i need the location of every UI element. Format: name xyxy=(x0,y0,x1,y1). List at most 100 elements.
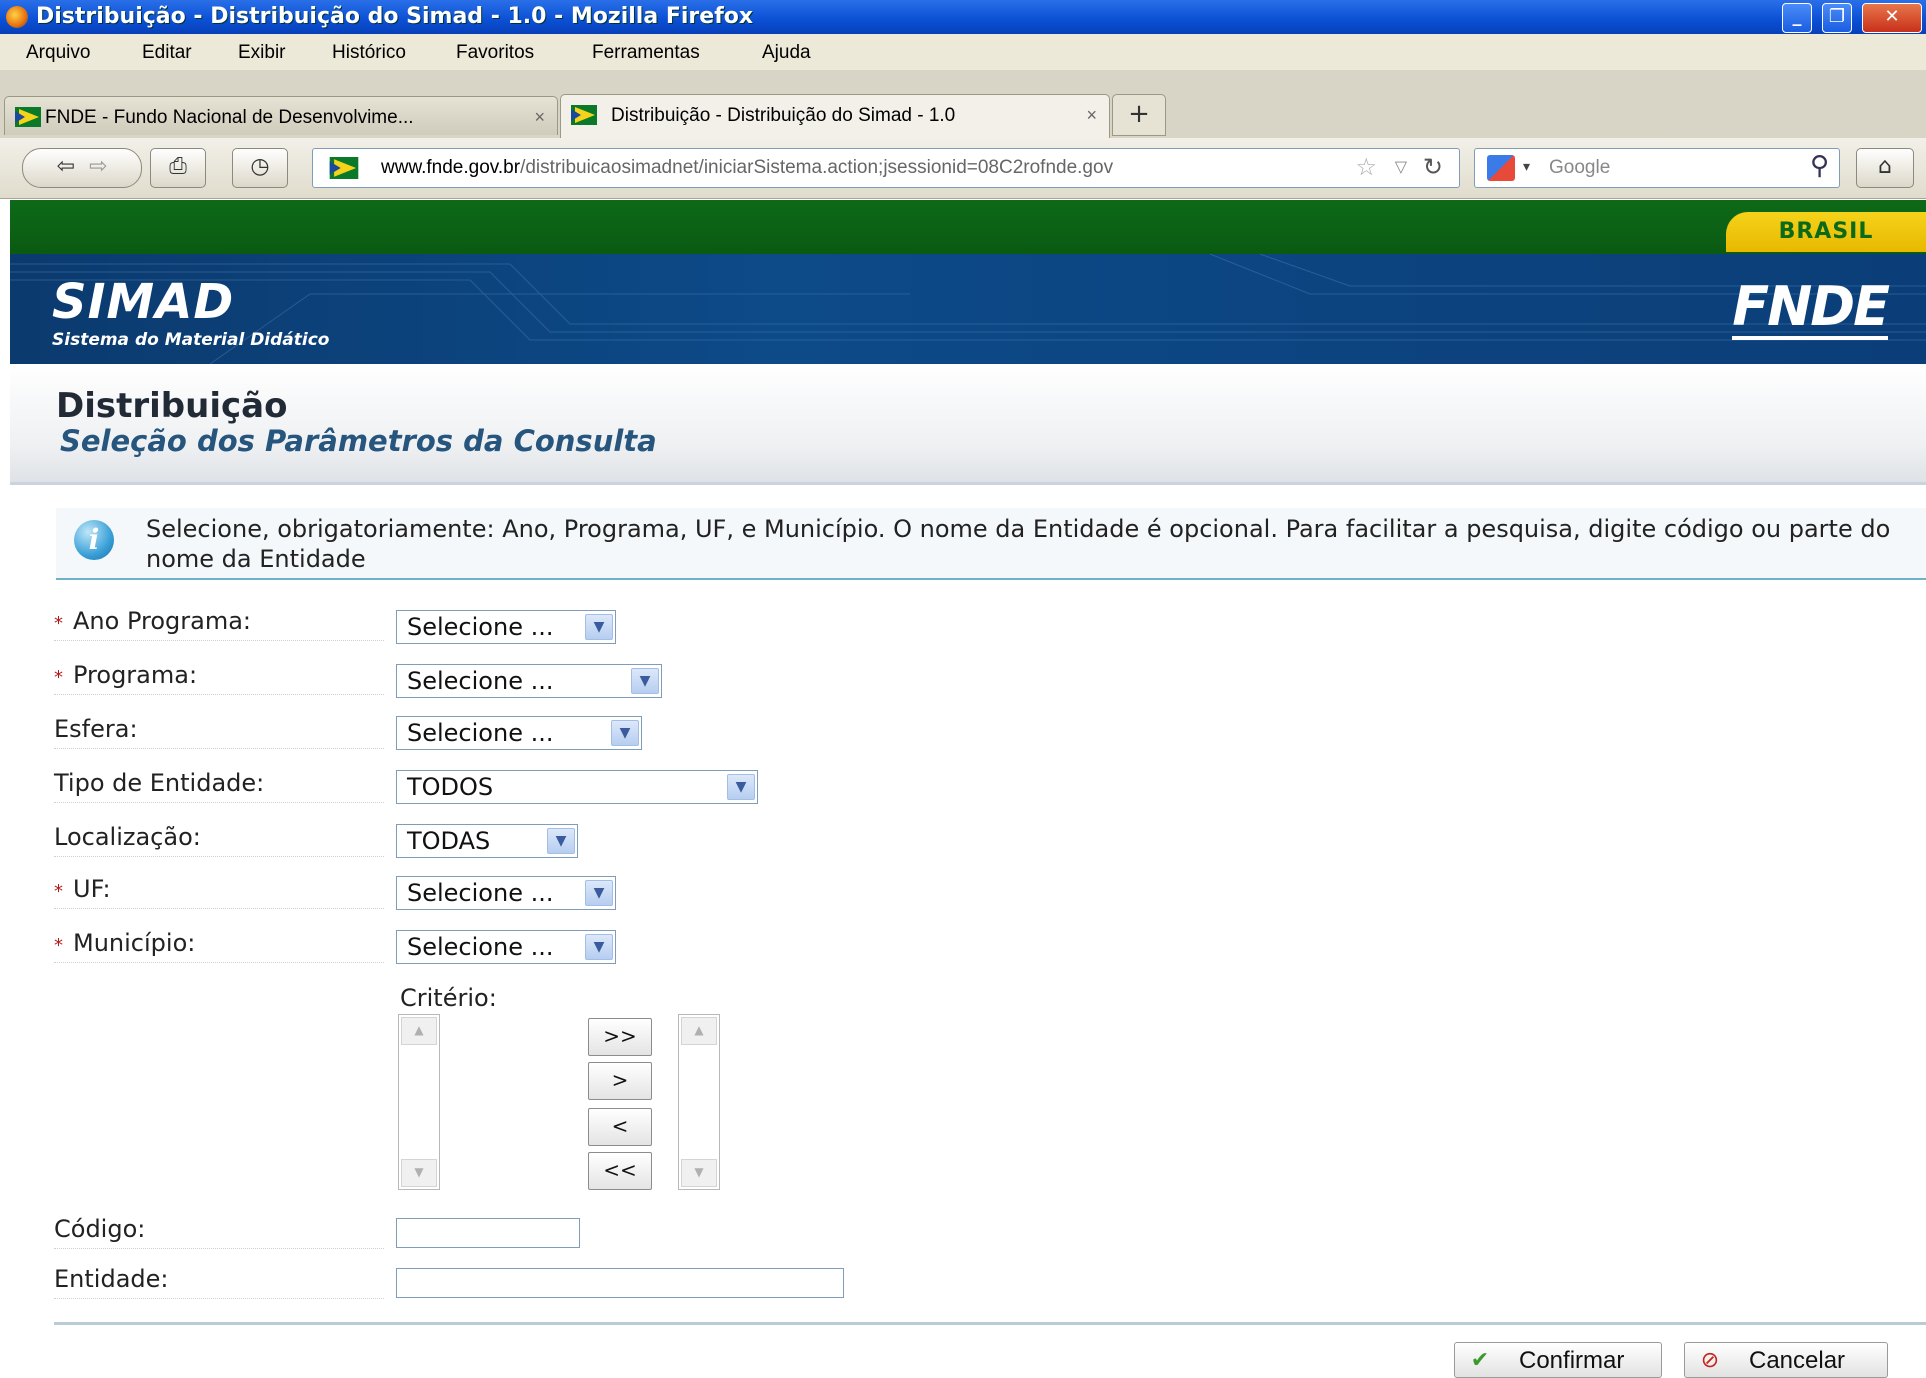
municipio-select[interactable]: Selecione ... ▼ xyxy=(396,930,616,964)
search-box[interactable]: ▾ Google ⚲ xyxy=(1474,148,1840,188)
municipio-label-text: Município: xyxy=(73,929,196,957)
back-forward-button[interactable]: ⇦ ⇨ xyxy=(22,148,142,188)
history-button[interactable]: ◷ xyxy=(232,148,288,188)
forward-arrow-icon[interactable]: ⇨ xyxy=(89,154,107,179)
tab-fnde[interactable]: FNDE - Fundo Nacional de Desenvolvime...… xyxy=(4,96,558,135)
tab-close-icon[interactable]: × xyxy=(1086,105,1097,126)
menu-arquivo[interactable]: Arquivo xyxy=(26,42,90,64)
page-header: Distribuição Seleção dos Parâmetros da C… xyxy=(10,364,1926,485)
url-dropdown-icon[interactable]: ▽ xyxy=(1395,157,1407,176)
print-button[interactable]: ⎙ xyxy=(150,148,206,188)
scroll-down-icon[interactable]: ▼ xyxy=(401,1159,437,1187)
checkmark-icon: ✔ xyxy=(1470,1347,1490,1372)
codigo-input[interactable] xyxy=(396,1218,580,1248)
codigo-label: Código: xyxy=(54,1214,384,1249)
move-left-button[interactable]: < xyxy=(588,1108,652,1146)
search-engine-dropdown-icon[interactable]: ▾ xyxy=(1523,159,1530,175)
brasil-logo[interactable]: BRASIL xyxy=(1726,212,1926,252)
criterio-available-list[interactable]: ▲ ▼ xyxy=(398,1014,440,1190)
site-favicon-icon xyxy=(329,157,359,179)
chevron-down-icon[interactable]: ▼ xyxy=(585,880,613,906)
move-right-button[interactable]: > xyxy=(588,1062,652,1100)
tab-close-icon[interactable]: × xyxy=(534,107,545,128)
select-value: TODOS xyxy=(407,773,494,801)
tab-label: FNDE - Fundo Nacional de Desenvolvime... xyxy=(45,107,414,128)
url-bar[interactable]: www.fnde.gov.br/distribuicaosimadnet/ini… xyxy=(312,148,1460,188)
menu-ferramentas[interactable]: Ferramentas xyxy=(592,42,700,64)
required-marker: * xyxy=(54,613,63,634)
chevron-down-icon[interactable]: ▼ xyxy=(585,934,613,960)
menu-editar[interactable]: Editar xyxy=(142,42,192,64)
esfera-select[interactable]: Selecione ... ▼ xyxy=(396,716,642,750)
back-arrow-icon[interactable]: ⇦ xyxy=(57,154,75,179)
criterio-label: Critério: xyxy=(400,984,497,1012)
esfera-label: Esfera: xyxy=(54,714,384,749)
gov-bar: BRASIL xyxy=(10,200,1926,254)
chevron-down-icon[interactable]: ▼ xyxy=(547,828,575,854)
minimize-button[interactable]: _ xyxy=(1782,3,1812,33)
scroll-up-icon[interactable]: ▲ xyxy=(681,1017,717,1045)
criterio-selected-list[interactable]: ▲ ▼ xyxy=(678,1014,720,1190)
simad-title: SIMAD xyxy=(52,274,235,330)
tipo-entidade-select[interactable]: TODOS ▼ xyxy=(396,770,758,804)
move-all-right-button[interactable]: >> xyxy=(588,1018,652,1056)
fnde-favicon-icon xyxy=(15,107,41,127)
menu-exibir[interactable]: Exibir xyxy=(238,42,286,64)
page-title: Distribuição xyxy=(56,386,288,426)
tab-bar: FNDE - Fundo Nacional de Desenvolvime...… xyxy=(0,70,1926,139)
entidade-label: Entidade: xyxy=(54,1264,384,1299)
cancel-button[interactable]: ⊘ Cancelar xyxy=(1684,1342,1888,1378)
url-text: www.fnde.gov.br/distribuicaosimadnet/ini… xyxy=(381,157,1113,179)
select-value: Selecione ... xyxy=(407,933,554,961)
simad-subtitle: Sistema do Material Didático xyxy=(52,330,330,350)
tab-distribuicao[interactable]: Distribuição - Distribuição do Simad - 1… xyxy=(560,94,1110,139)
programa-label-text: Programa: xyxy=(73,661,198,689)
url-domain: www.fnde.gov.br xyxy=(381,157,521,178)
reload-icon[interactable]: ↻ xyxy=(1423,153,1443,181)
home-button[interactable]: ⌂ xyxy=(1856,148,1914,188)
localizacao-label: Localização: xyxy=(54,822,384,857)
entidade-input[interactable] xyxy=(396,1268,844,1298)
url-path: /distribuicaosimadnet/iniciarSistema.act… xyxy=(520,157,1114,178)
fnde-logo[interactable]: FNDE xyxy=(1732,278,1890,340)
ano-programa-label-text: Ano Programa: xyxy=(73,607,251,635)
menu-historico[interactable]: Histórico xyxy=(332,42,406,64)
home-icon: ⌂ xyxy=(1878,154,1892,179)
new-tab-button[interactable]: + xyxy=(1112,94,1166,136)
info-text: Selecione, obrigatoriamente: Ano, Progra… xyxy=(146,515,1891,573)
menu-favoritos[interactable]: Favoritos xyxy=(456,42,534,64)
select-value: Selecione ... xyxy=(407,879,554,907)
uf-select[interactable]: Selecione ... ▼ xyxy=(396,876,616,910)
fnde-favicon-icon xyxy=(571,105,597,125)
uf-label: * UF: xyxy=(54,874,384,909)
scroll-up-icon[interactable]: ▲ xyxy=(401,1017,437,1045)
search-icon[interactable]: ⚲ xyxy=(1810,151,1829,181)
simad-banner: SIMAD Sistema do Material Didático FNDE xyxy=(10,254,1926,364)
tab-label: Distribuição - Distribuição do Simad - 1… xyxy=(611,105,956,126)
municipio-label: * Município: xyxy=(54,928,384,963)
menu-ajuda[interactable]: Ajuda xyxy=(762,42,811,64)
localizacao-select[interactable]: TODAS ▼ xyxy=(396,824,578,858)
cancel-icon: ⊘ xyxy=(1700,1347,1720,1372)
confirm-button[interactable]: ✔ Confirmar xyxy=(1454,1342,1662,1378)
uf-label-text: UF: xyxy=(73,875,111,903)
required-marker: * xyxy=(54,935,63,956)
select-value: TODAS xyxy=(407,827,491,855)
google-icon[interactable] xyxy=(1487,155,1515,181)
chevron-down-icon[interactable]: ▼ xyxy=(611,720,639,746)
chevron-down-icon[interactable]: ▼ xyxy=(631,668,659,694)
info-icon: i xyxy=(74,520,114,560)
scroll-down-icon[interactable]: ▼ xyxy=(681,1159,717,1187)
select-value: Selecione ... xyxy=(407,613,554,641)
move-all-left-button[interactable]: << xyxy=(588,1152,652,1190)
programa-select[interactable]: Selecione ... ▼ xyxy=(396,664,662,698)
info-message: i Selecione, obrigatoriamente: Ano, Prog… xyxy=(56,508,1926,580)
chevron-down-icon[interactable]: ▼ xyxy=(585,614,613,640)
search-placeholder: Google xyxy=(1549,157,1611,178)
maximize-button[interactable]: ❐ xyxy=(1822,3,1852,33)
close-window-button[interactable]: ✕ xyxy=(1862,3,1922,33)
chevron-down-icon[interactable]: ▼ xyxy=(727,774,755,800)
ano-programa-select[interactable]: Selecione ... ▼ xyxy=(396,610,616,644)
select-value: Selecione ... xyxy=(407,719,554,747)
bookmark-star-icon[interactable]: ☆ xyxy=(1355,153,1377,181)
